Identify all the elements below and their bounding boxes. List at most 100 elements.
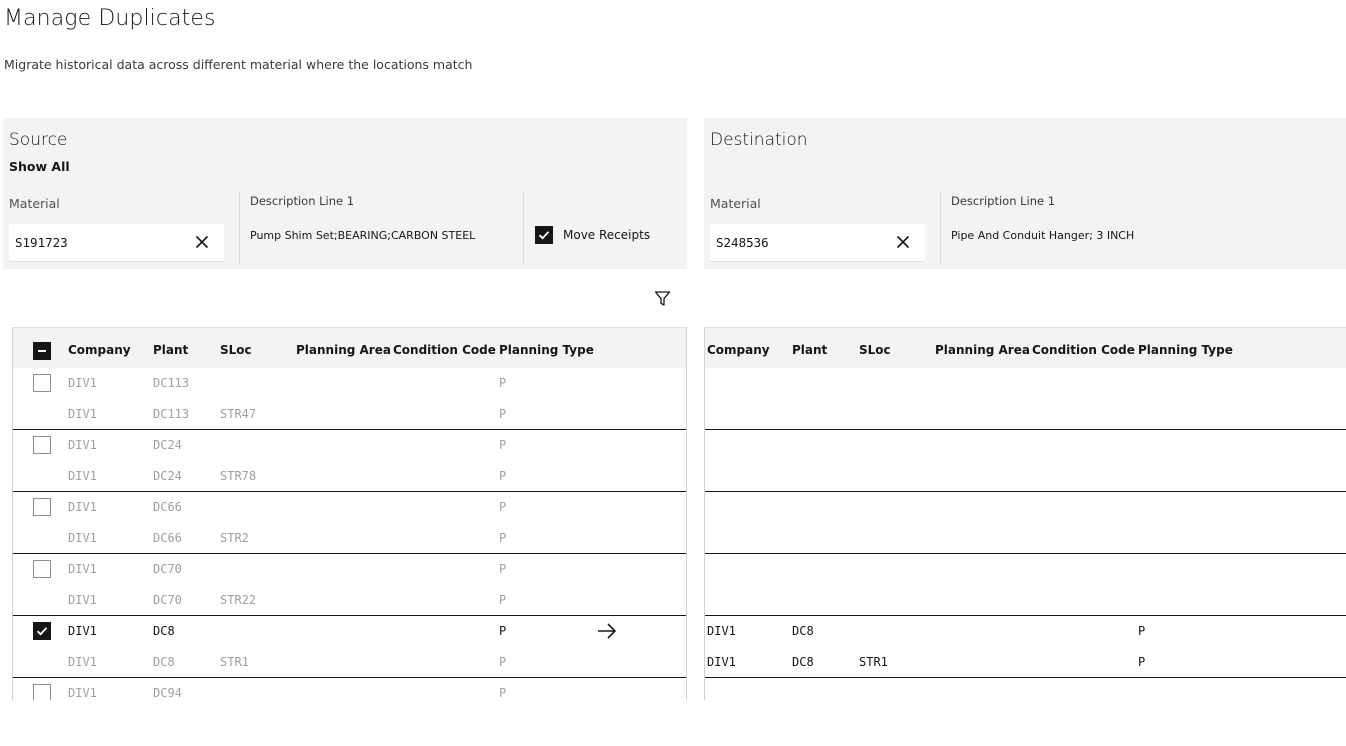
cell-planning-type: P (499, 686, 507, 700)
cell-planning-type: P (499, 624, 507, 638)
divider (239, 192, 240, 264)
col-sloc[interactable]: SLoc (220, 343, 252, 357)
cell-plant: DC8 (153, 654, 175, 669)
cell-sloc: STR1 (859, 654, 888, 669)
row-checkbox[interactable] (33, 374, 51, 392)
table-row[interactable] (705, 368, 1346, 399)
row-checkbox[interactable] (33, 436, 51, 454)
destination-material-field[interactable] (710, 224, 925, 262)
table-row[interactable]: DIV1 DC113 STR47 P (13, 399, 686, 430)
table-row[interactable]: DIV1 DC113 P (13, 368, 686, 399)
cell-plant: DC70 (153, 592, 182, 607)
filter-icon[interactable] (654, 290, 671, 307)
cell-company: DIV1 (68, 562, 97, 576)
table-row[interactable]: DIV1 DC94 P (13, 678, 686, 700)
col-planning-type[interactable]: Planning Type (1138, 343, 1233, 357)
row-checkbox[interactable] (33, 560, 51, 578)
cell-company: DIV1 (68, 468, 97, 483)
table-row[interactable] (705, 399, 1346, 430)
select-all-checkbox[interactable] (33, 342, 51, 360)
source-table-header: Company Plant SLoc Planning Area Conditi… (13, 327, 686, 368)
table-row[interactable] (705, 461, 1346, 492)
destination-material-input[interactable] (716, 235, 876, 250)
cell-plant: DC24 (153, 438, 182, 452)
minus-icon (38, 350, 46, 352)
cell-planning-type: P (499, 500, 507, 514)
show-all-link[interactable]: Show All (9, 159, 70, 174)
col-company[interactable]: Company (707, 343, 770, 357)
destination-table-body: DIV1 DC8 P DIV1 DC8 STR1 P (705, 368, 1346, 700)
table-row[interactable] (705, 523, 1346, 554)
cell-company: DIV1 (707, 624, 736, 638)
cell-company: DIV1 (68, 438, 97, 452)
row-group: DIV1 DC24 P DIV1 DC24 STR78 P (13, 430, 686, 492)
source-desc-label: Description Line 1 (250, 194, 355, 208)
cell-plant: DC94 (153, 686, 182, 700)
table-row[interactable]: DIV1 DC70 P (13, 554, 686, 585)
col-planning-area[interactable]: Planning Area (296, 343, 391, 357)
col-condition-code[interactable]: Condition Code (1032, 343, 1135, 357)
cell-planning-type: P (499, 530, 507, 545)
cell-sloc: STR2 (220, 530, 249, 545)
table-row[interactable]: DIV1 DC24 P (13, 430, 686, 461)
table-row[interactable] (705, 678, 1346, 700)
table-row[interactable]: DIV1 DC8 STR1 P (13, 647, 686, 678)
col-company[interactable]: Company (68, 343, 131, 357)
close-icon[interactable] (194, 234, 210, 250)
divider (940, 192, 941, 264)
table-row[interactable]: DIV1 DC70 STR22 P (13, 585, 686, 616)
cell-company: DIV1 (68, 686, 97, 700)
destination-material-label: Material (710, 196, 761, 211)
cell-sloc: STR22 (220, 592, 257, 607)
cell-sloc: STR78 (220, 468, 257, 483)
page-title: Manage Duplicates (4, 6, 216, 31)
cell-plant: DC8 (153, 624, 175, 638)
move-receipts-toggle[interactable]: Move Receipts (535, 226, 650, 244)
table-row[interactable] (705, 430, 1346, 461)
col-planning-type[interactable]: Planning Type (499, 343, 594, 357)
source-material-input[interactable] (15, 235, 175, 250)
source-material-field[interactable] (9, 224, 224, 262)
close-icon[interactable] (895, 234, 911, 250)
col-planning-area[interactable]: Planning Area (935, 343, 1030, 357)
col-plant[interactable]: Plant (792, 343, 827, 357)
cell-plant: DC8 (792, 654, 814, 669)
table-row[interactable]: DIV1 DC8 P (13, 616, 686, 647)
table-row[interactable]: DIV1 DC24 STR78 P (13, 461, 686, 492)
row-group: DIV1 DC113 P DIV1 DC113 STR47 P (13, 368, 686, 430)
cell-company: DIV1 (68, 376, 97, 390)
cell-sloc: STR47 (220, 406, 257, 421)
cell-company: DIV1 (68, 654, 97, 669)
row-group: DIV1 DC8 P DIV1 DC8 STR1 P (705, 616, 1346, 678)
row-group (705, 678, 1346, 700)
checkmark-icon (538, 231, 550, 240)
table-row[interactable]: DIV1 DC66 STR2 P (13, 523, 686, 554)
destination-desc-label: Description Line 1 (951, 194, 1056, 208)
row-checkbox[interactable] (33, 684, 51, 700)
table-row[interactable]: DIV1 DC8 STR1 P (705, 647, 1346, 678)
col-condition-code[interactable]: Condition Code (393, 343, 496, 357)
cell-planning-type: P (499, 406, 507, 421)
cell-company: DIV1 (68, 592, 97, 607)
row-checkbox[interactable] (33, 498, 51, 516)
table-row[interactable] (705, 492, 1346, 523)
row-checkbox[interactable] (33, 622, 51, 640)
move-receipts-checkbox[interactable] (535, 226, 553, 244)
move-receipts-label: Move Receipts (563, 228, 651, 242)
col-sloc[interactable]: SLoc (859, 343, 891, 357)
cell-planning-type: P (499, 592, 507, 607)
cell-planning-type: P (499, 468, 507, 483)
col-plant[interactable]: Plant (153, 343, 188, 357)
checkmark-icon (36, 627, 48, 636)
table-row[interactable]: DIV1 DC8 P (705, 616, 1346, 647)
arrow-right-icon[interactable] (596, 621, 618, 641)
table-row[interactable]: DIV1 DC66 P (13, 492, 686, 523)
source-title: Source (9, 130, 68, 150)
table-row[interactable] (705, 585, 1346, 616)
page-subtitle: Migrate historical data across different… (4, 57, 473, 72)
cell-company: DIV1 (68, 500, 97, 514)
cell-plant: DC113 (153, 406, 190, 421)
cell-plant: DC24 (153, 468, 182, 483)
table-row[interactable] (705, 554, 1346, 585)
cell-company: DIV1 (707, 654, 736, 669)
